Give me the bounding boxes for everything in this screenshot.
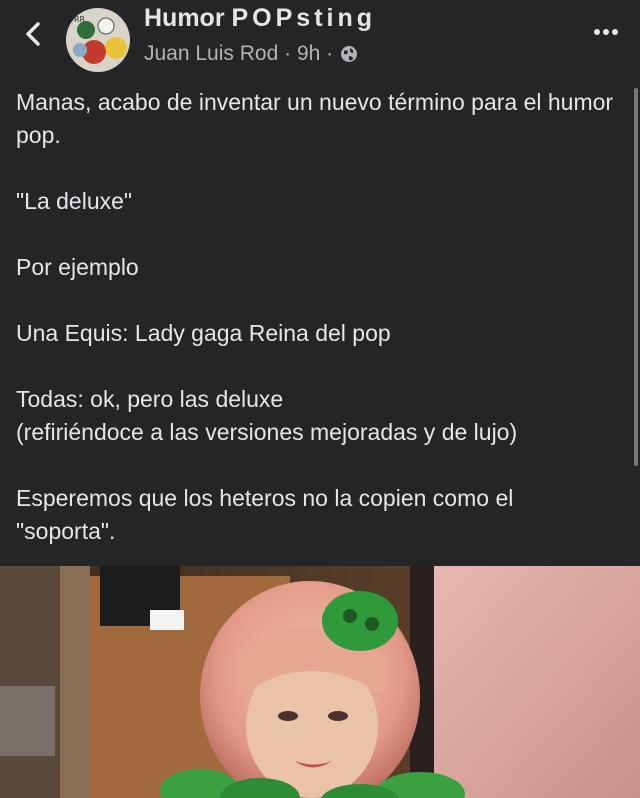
post-paragraph: Todas: ok, pero las deluxe (refiriéndoce… [16, 386, 518, 445]
meta-separator-2: · [320, 42, 334, 65]
post-paragraph: Una Equis: Lady gaga Reina del pop [16, 320, 391, 346]
group-name-part1: Humor [144, 4, 232, 32]
meta-separator: · [278, 42, 297, 65]
post-paragraph: Esperemos que los heteros no la copien c… [16, 485, 514, 544]
more-options-button[interactable] [592, 20, 620, 44]
avatar-badge: RR [74, 15, 86, 24]
group-name[interactable]: Humor POPsting [144, 4, 376, 33]
post-meta: Juan Luis Rod · 9h · [144, 42, 359, 66]
author-name[interactable]: Juan Luis Rod [144, 42, 278, 66]
post-image[interactable] [0, 566, 640, 798]
globe-icon [339, 44, 359, 64]
group-name-part2: POPsting [231, 4, 377, 32]
back-button[interactable] [20, 18, 46, 50]
post-paragraph: Por ejemplo [16, 254, 139, 280]
chevron-left-icon [26, 22, 40, 46]
post-header: RR Humor POPsting Juan Luis Rod · 9h · [0, 0, 640, 78]
scrollbar[interactable] [634, 88, 638, 466]
post-time[interactable]: 9h [297, 42, 320, 66]
post-paragraph: "La deluxe" [16, 188, 133, 214]
post-body: Manas, acabo de inventar un nuevo términ… [16, 86, 616, 581]
post-paragraph: Manas, acabo de inventar un nuevo términ… [16, 89, 614, 148]
group-avatar[interactable]: RR [66, 8, 130, 72]
more-horizontal-icon [594, 29, 618, 35]
